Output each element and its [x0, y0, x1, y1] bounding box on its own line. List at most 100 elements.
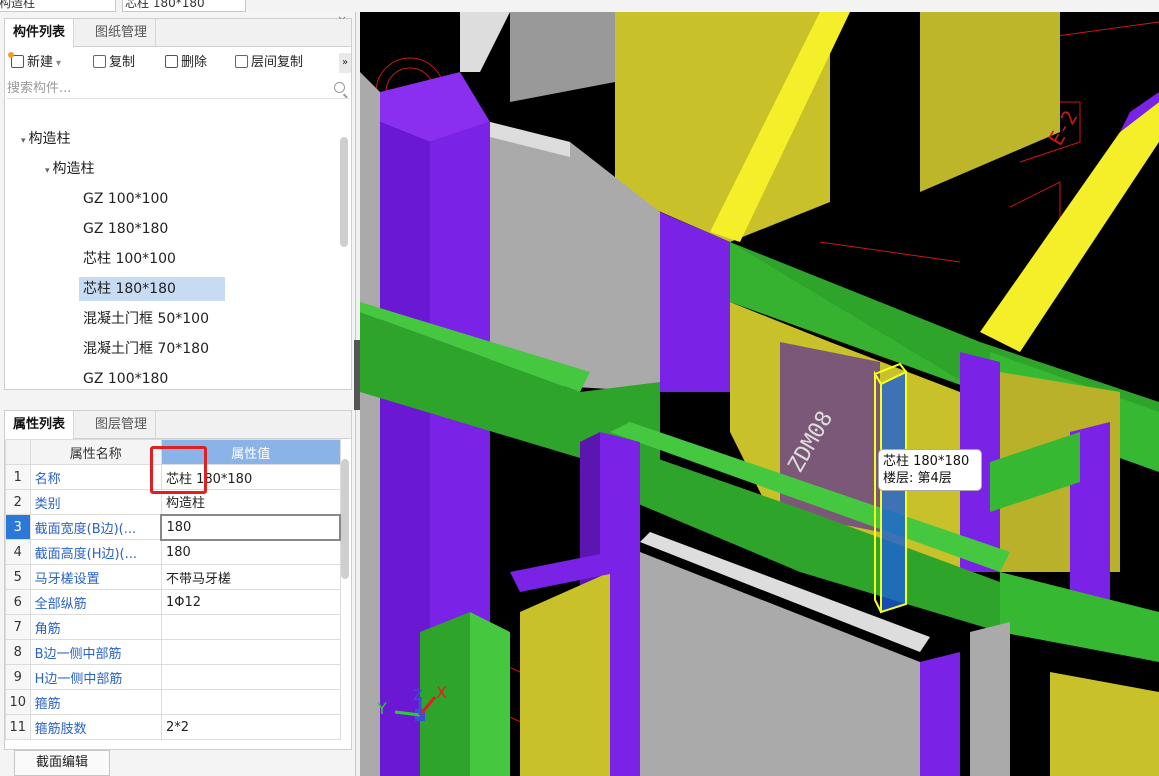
property-value[interactable]: 不带马牙槎 [160, 564, 341, 590]
axis-z-label: Z [413, 688, 423, 704]
trash-icon [165, 55, 178, 68]
wall-gray [460, 12, 510, 72]
property-value[interactable] [160, 639, 341, 665]
property-name: 全部纵筋 [29, 589, 162, 615]
property-scrollbar[interactable] [341, 459, 349, 579]
tooltip-component-name: 芯柱 180*180 [883, 454, 970, 469]
property-name: B边一侧中部筋 [29, 639, 162, 665]
floor-copy-button[interactable]: 层间复制 [235, 53, 303, 73]
new-button[interactable]: 新建 ▾ [8, 52, 61, 73]
more-tools-button[interactable]: » [339, 53, 351, 73]
component-name-combo[interactable]: 芯柱 180*180 [122, 0, 246, 12]
property-value[interactable]: 2*2 [160, 714, 341, 740]
property-name: 箍筋肢数 [29, 714, 162, 740]
property-row[interactable]: 7 角筋 [5, 614, 341, 640]
3d-model-scene[interactable]: ZDM08 E-2 Y X Z [360, 12, 1159, 776]
property-value[interactable] [160, 689, 341, 715]
property-row[interactable]: 6 全部纵筋 1Φ12 [5, 589, 341, 615]
copy-icon [93, 55, 106, 68]
property-value[interactable]: 1Φ12 [160, 589, 341, 615]
tree-item[interactable]: GZ 100*180 [79, 367, 172, 389]
property-name-header: 属性名称 [29, 439, 162, 465]
property-row[interactable]: 4 截面高度(H边)(... 180 [5, 539, 341, 565]
expand-triangle-icon[interactable]: ▾ [45, 166, 50, 176]
wall-yellow [1050, 672, 1159, 776]
row-index: 11 [5, 714, 31, 740]
section-edit-button[interactable]: 截面编辑 [14, 750, 110, 776]
property-value[interactable]: 180 [160, 539, 341, 565]
tree-item[interactable]: GZ 100*100 [79, 187, 172, 211]
tree-root-node[interactable]: ▾ 构造柱 [17, 127, 75, 151]
expand-triangle-icon[interactable]: ▾ [21, 136, 26, 146]
tree-group-label: 构造柱 [52, 161, 95, 177]
tree-root-label: 构造柱 [28, 131, 71, 147]
property-name: 截面宽度(B边)(... [29, 514, 162, 540]
property-value-editor[interactable]: 180 [160, 513, 341, 541]
row-index: 7 [5, 614, 31, 640]
tree-item[interactable]: 混凝土门框 70*180 [79, 337, 213, 361]
property-row[interactable]: 9 H边一侧中部筋 [5, 664, 341, 690]
row-index: 9 [5, 664, 31, 690]
component-list-panel: × 构件列表 图纸管理 新建▾ 复制 删除 层间复制 » 搜索构件... ▾构造… [4, 13, 352, 390]
component-panel-tabs: 构件列表 图纸管理 [5, 19, 351, 48]
tab-component-list[interactable]: 构件列表 [5, 19, 75, 48]
wall-gray [970, 622, 1010, 776]
floor-copy-button-label: 层间复制 [251, 55, 304, 70]
property-row[interactable]: 8 B边一侧中部筋 [5, 639, 341, 665]
property-row[interactable]: 5 马牙槎设置 不带马牙槎 [5, 564, 341, 590]
hover-tooltip: 芯柱 180*180 楼层: 第4层 [878, 449, 982, 491]
delete-button[interactable]: 删除 [165, 53, 207, 73]
search-placeholder: 搜索构件... [7, 81, 72, 96]
tree-item[interactable]: 芯柱 100*100 [79, 247, 180, 271]
row-index: 10 [5, 689, 31, 715]
3d-viewport[interactable]: ZDM08 E-2 Y X Z 芯柱 180*180 楼层: 第4层 [360, 12, 1159, 776]
tab-drawing-management[interactable]: 图纸管理 [87, 19, 157, 47]
property-value[interactable] [160, 614, 341, 640]
property-name: 箍筋 [29, 689, 162, 715]
property-name: 截面高度(H边)(... [29, 539, 162, 565]
property-panel-tabs: 属性列表 图层管理 [5, 411, 351, 440]
tab-layer-management[interactable]: 图层管理 [87, 411, 157, 439]
search-input[interactable]: 搜索构件... [7, 79, 349, 99]
tree-item[interactable]: 混凝土门框 50*100 [79, 307, 213, 331]
wall-gray [360, 72, 380, 776]
row-index: 3 [5, 514, 31, 540]
delete-button-label: 删除 [181, 55, 208, 70]
row-index: 4 [5, 539, 31, 565]
property-row[interactable]: 10 箍筋 [5, 689, 341, 715]
property-row[interactable]: 11 箍筋肢数 2*2 [5, 714, 341, 740]
wall-yellow [520, 572, 610, 776]
row-index: 8 [5, 639, 31, 665]
component-type-combo[interactable]: 构造柱 [0, 0, 116, 12]
wall-purple [920, 652, 960, 776]
property-value[interactable] [160, 664, 341, 690]
property-name: 名称 [29, 464, 162, 490]
tooltip-floor: 楼层: 第4层 [883, 471, 952, 486]
tree-group-node[interactable]: ▾ 构造柱 [41, 157, 99, 181]
top-toolbar-strip: 构造柱 芯柱 180*180 [0, 0, 1159, 12]
tree-scrollbar[interactable] [340, 137, 348, 247]
row-index: 5 [5, 564, 31, 590]
wall-gray [510, 12, 615, 102]
tab-property-list[interactable]: 属性列表 [5, 411, 75, 440]
wall-purple [660, 212, 730, 392]
property-row-selected[interactable]: 3 截面宽度(B边)(... 180 [5, 513, 341, 541]
property-name: 马牙槎设置 [29, 564, 162, 590]
row-index: 1 [5, 464, 31, 490]
new-file-icon [8, 52, 24, 68]
tree-item[interactable]: GZ 180*180 [79, 217, 172, 241]
copy-button-label: 复制 [109, 55, 136, 70]
wall-yellow [920, 12, 1060, 192]
component-toolbar: 新建 ▾ 复制 删除 层间复制 » [5, 49, 351, 77]
row-index: 6 [5, 589, 31, 615]
copy-button[interactable]: 复制 [93, 53, 135, 73]
axis-x-label: X [436, 683, 447, 702]
property-name: 角筋 [29, 614, 162, 640]
search-icon[interactable] [334, 82, 345, 93]
index-header [5, 439, 31, 465]
chevron-down-icon[interactable]: ▾ [56, 58, 61, 69]
left-panel: × 构件列表 图纸管理 新建▾ 复制 删除 层间复制 » 搜索构件... ▾构造… [0, 12, 356, 776]
tree-item-selected[interactable]: 芯柱 180*180 [79, 277, 225, 301]
beam-green [470, 612, 510, 776]
axis-y-label: Y [376, 699, 387, 718]
